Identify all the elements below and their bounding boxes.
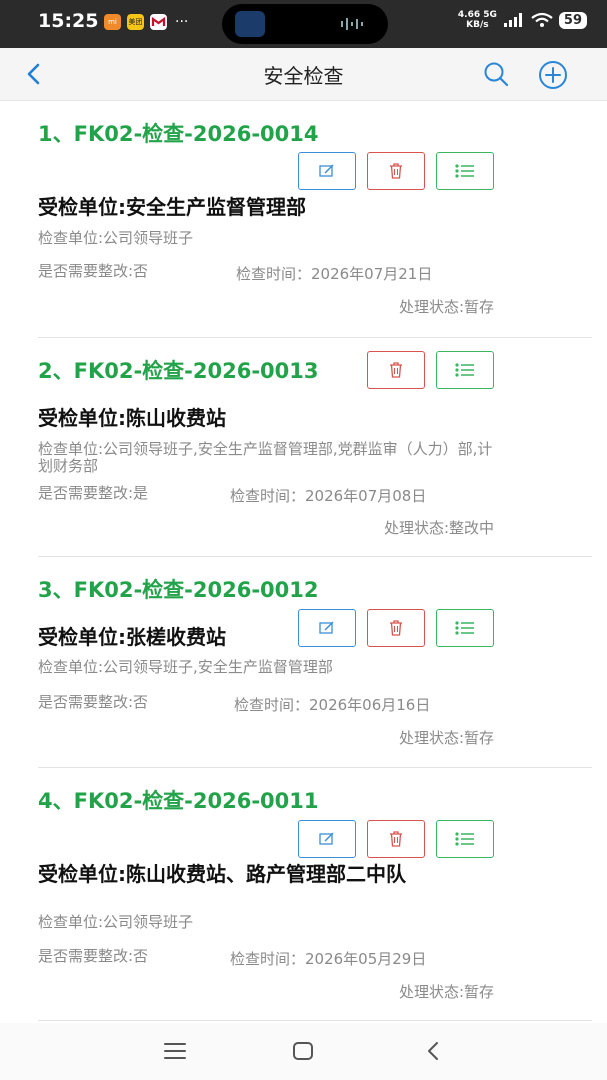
notification-icons: mi 美团 ···	[104, 14, 188, 30]
detail-list-button[interactable]	[436, 351, 494, 389]
process-status: 处理状态:暂存	[398, 983, 494, 1001]
divider	[38, 1020, 592, 1021]
media-thumbnail-icon	[235, 11, 265, 37]
bank-icon	[150, 14, 167, 30]
page-title: 安全检查	[263, 64, 344, 88]
inspecting-unit: 检查单位:公司领导班子,安全生产监督管理部	[38, 658, 333, 676]
meituan-icon: 美团	[127, 14, 144, 30]
inspection-time: 检查时间：2026年07月21日	[236, 265, 433, 283]
inspection-time: 检查时间：2026年07月08日	[230, 487, 427, 505]
network-speed: 4.66 5G KB/s	[457, 10, 497, 30]
add-circle-icon[interactable]	[538, 60, 568, 90]
rectify-required: 是否需要整改:否	[38, 947, 149, 965]
back-icon[interactable]	[424, 1039, 442, 1063]
inspecting-unit: 检查单位:公司领导班子	[38, 913, 194, 931]
edit-button[interactable]	[298, 820, 356, 858]
process-status: 处理状态:整改中	[383, 519, 494, 537]
mi-icon: mi	[104, 14, 121, 30]
audio-wave-icon	[341, 18, 363, 30]
list-item[interactable]: 4、FK02-检查-2026-0011 受检单位:陈山收费站、路产管理部二中队 …	[38, 768, 592, 1020]
menu-icon[interactable]	[163, 1040, 187, 1062]
process-status: 处理状态:暂存	[398, 298, 494, 316]
list-item[interactable]: 1、FK02-检查-2026-0014 受检单位:安全生产监督管理部 检查单位:…	[38, 101, 592, 337]
delete-button[interactable]	[367, 351, 425, 389]
rectify-required: 是否需要整改:否	[38, 262, 149, 280]
inspected-unit: 受检单位:安全生产监督管理部	[38, 195, 306, 219]
status-bar: 15:25 mi 美团 ··· 4.66 5G KB/s 59	[0, 0, 607, 48]
rectify-required: 是否需要整改:是	[38, 484, 149, 502]
record-title[interactable]: 1、FK02-检查-2026-0014	[38, 118, 319, 148]
status-indicators: 4.66 5G KB/s 59	[458, 10, 587, 30]
inspected-unit: 受检单位:张槎收费站	[38, 625, 226, 649]
inspecting-unit: 检查单位:公司领导班子	[38, 229, 194, 247]
inspection-time: 检查时间：2026年06月16日	[234, 696, 431, 714]
record-title[interactable]: 4、FK02-检查-2026-0011	[38, 785, 319, 815]
dynamic-island[interactable]	[222, 4, 388, 44]
list-item[interactable]: 3、FK02-检查-2026-0012 受检单位:张槎收费站 检查单位:公司领导…	[38, 557, 592, 767]
home-icon[interactable]	[291, 1039, 315, 1063]
inspected-unit: 受检单位:陈山收费站、路产管理部二中队	[38, 862, 406, 886]
signal-icon	[503, 13, 522, 27]
trash-icon	[390, 362, 402, 378]
status-time: 15:25	[38, 10, 99, 32]
list-item[interactable]: 2、FK02-检查-2026-0013 受检单位:陈山收费站 检查单位:公司领导…	[38, 338, 592, 556]
list-icon	[455, 363, 474, 377]
battery-icon: 59	[558, 11, 587, 29]
edit-icon	[319, 164, 334, 177]
detail-list-button[interactable]	[436, 820, 494, 858]
trash-icon	[390, 831, 402, 847]
detail-list-button[interactable]	[436, 152, 494, 190]
system-nav-bar	[0, 1023, 607, 1080]
inspecting-unit: 检查单位:公司领导班子,安全生产监督管理部,党群监审（人力）部,计划财务部	[38, 440, 493, 475]
process-status: 处理状态:暂存	[398, 729, 494, 747]
record-title[interactable]: 3、FK02-检查-2026-0012	[38, 574, 319, 604]
inspection-time: 检查时间：2026年05月29日	[230, 950, 427, 968]
delete-button[interactable]	[367, 152, 425, 190]
list-icon	[455, 164, 474, 178]
more-notifications-icon: ···	[175, 14, 189, 30]
edit-button[interactable]	[298, 152, 356, 190]
delete-button[interactable]	[367, 820, 425, 858]
inspected-unit: 受检单位:陈山收费站	[38, 406, 226, 430]
app-header: 安全检查	[0, 48, 607, 101]
inspection-list[interactable]: 1、FK02-检查-2026-0014 受检单位:安全生产监督管理部 检查单位:…	[0, 101, 607, 1023]
list-icon	[455, 832, 474, 846]
record-title[interactable]: 2、FK02-检查-2026-0013	[38, 355, 319, 385]
trash-icon	[390, 163, 402, 179]
edit-icon	[319, 832, 334, 845]
rectify-required: 是否需要整改:否	[38, 693, 149, 711]
wifi-icon	[531, 12, 553, 27]
search-icon[interactable]	[482, 60, 510, 88]
